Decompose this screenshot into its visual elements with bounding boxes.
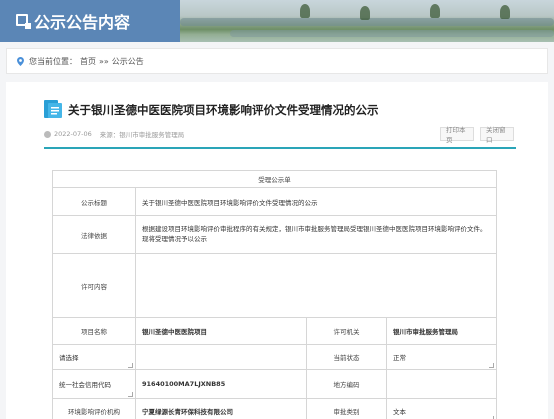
banner-scenery-2 — [230, 30, 554, 37]
breadcrumb-prefix: 您当前位置： — [29, 56, 77, 66]
approval-type-dropdown[interactable]: 文本 — [386, 398, 497, 419]
banner-title: 公示公告内容 — [0, 0, 180, 42]
breadcrumb: 您当前位置： 首页 »» 公示公告 — [6, 48, 548, 74]
location-pin-icon — [17, 56, 24, 66]
tree-icon — [430, 4, 440, 18]
credit-code-dropdown[interactable]: 统一社会信用代码 — [52, 369, 136, 399]
region-code-label: 地方编码 — [306, 369, 387, 399]
tree-icon — [500, 5, 510, 19]
title-value: 关于银川圣德中医医院项目环境影响评价文件受理情况的公示 — [135, 187, 497, 216]
content-value — [135, 253, 497, 318]
authority-value: 银川市审批服务管理局 — [386, 317, 497, 345]
basis-label: 法律依据 — [52, 215, 136, 254]
authority-label: 许可机关 — [306, 317, 387, 345]
credit-code-value: 91640100MA7LJXNB85 — [135, 369, 307, 399]
status-label: 当前状态 — [306, 344, 387, 370]
approval-type-label: 审批类别 — [306, 398, 387, 419]
article-title: 关于银川圣德中医医院项目环境影响评价文件受理情况的公示 — [68, 105, 379, 117]
print-button[interactable]: 打印本页 — [440, 126, 474, 144]
article-date: 2022-07-06 — [54, 130, 92, 138]
notice-icon — [16, 14, 31, 29]
eia-org-value: 宁夏绿源长青环保科技有限公司 — [135, 398, 307, 419]
select-dropdown[interactable]: 请选择 — [52, 344, 136, 370]
select-value — [135, 344, 307, 370]
banner-title-text: 公示公告内容 — [34, 15, 131, 32]
table-header: 受理公示单 — [52, 170, 497, 188]
clock-icon — [44, 130, 51, 138]
eia-org-label: 环境影响评价机构 — [52, 398, 136, 419]
article-source: 来源：银川市审批服务管理局 — [99, 131, 185, 139]
tree-icon — [360, 6, 370, 20]
project-value: 银川圣德中医医院项目 — [135, 317, 307, 345]
publicity-table: 受理公示单 公示标题 关于银川圣德中医医院项目环境影响评价文件受理情况的公示 法… — [52, 170, 497, 419]
status-dropdown[interactable]: 正常 — [386, 344, 497, 370]
article-meta: 2022-07-06 来源：银川市审批服务管理局 — [44, 129, 192, 139]
tree-icon — [300, 4, 310, 18]
basis-value: 根据建设项目环境影响评价审批程序的有关规定，银川市审批服务管理局受理银川圣德中医… — [135, 215, 497, 254]
article-panel: 关于银川圣德中医医院项目环境影响评价文件受理情况的公示 2022-07-06 来… — [6, 82, 548, 419]
banner: 公示公告内容 — [0, 0, 554, 42]
close-window-button[interactable]: 关闭窗口 — [480, 126, 514, 144]
title-label: 公示标题 — [52, 187, 136, 216]
breadcrumb-home-link[interactable]: 首页 — [80, 56, 96, 67]
breadcrumb-separator: »» — [99, 56, 109, 66]
breadcrumb-current[interactable]: 公示公告 — [112, 56, 144, 67]
title-divider — [44, 147, 516, 149]
document-icon — [44, 100, 62, 118]
content-label: 许可内容 — [52, 253, 136, 318]
project-label: 项目名称 — [52, 317, 136, 345]
region-code-value — [386, 369, 497, 399]
